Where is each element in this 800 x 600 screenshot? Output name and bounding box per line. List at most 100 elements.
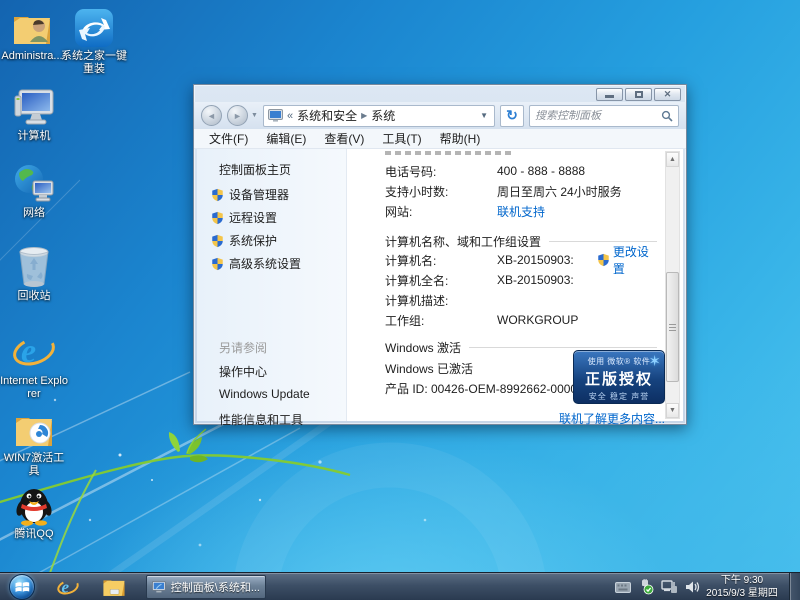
window-titlebar[interactable]: ✕: [194, 85, 686, 102]
navigation-bar: ◄ ► ▼ « 系统和安全 ▶ 系统 ▼ ↻: [194, 102, 686, 129]
breadcrumb-system-security[interactable]: 系统和安全: [297, 107, 357, 124]
sidebar-item-label: 高级系统设置: [229, 255, 301, 272]
uac-shield-icon: [211, 257, 224, 271]
sidebar-item-advanced-settings[interactable]: 高级系统设置: [211, 255, 301, 272]
forward-button[interactable]: ►: [227, 105, 248, 126]
menu-help[interactable]: 帮助(H): [431, 128, 490, 149]
show-desktop-button[interactable]: [789, 573, 800, 600]
address-dropdown-icon[interactable]: ▼: [478, 111, 490, 120]
desktop-icon-label: 回收站: [0, 290, 68, 303]
user-folder-icon: [0, 6, 66, 48]
desktop-icon-label: 网络: [0, 207, 68, 220]
menu-tools[interactable]: 工具(T): [373, 128, 430, 149]
back-icon: ◄: [207, 111, 216, 121]
desktop-icon-label: 系统之家一键重装: [60, 50, 128, 76]
clock-date: 2015/9/3 星期四: [700, 587, 784, 600]
learn-more-online-link[interactable]: 联机了解更多内容...: [559, 410, 665, 427]
row-label: 计算机全名:: [385, 272, 497, 289]
computer-row-description: 计算机描述:: [385, 290, 657, 310]
clock-time: 下午 9:30: [700, 574, 784, 587]
search-box[interactable]: [529, 105, 679, 127]
row-label: 支持小时数:: [385, 183, 497, 200]
scroll-down-button[interactable]: ▼: [666, 403, 679, 418]
desktop-icon-syshome-reinstall[interactable]: 系统之家一键重装: [60, 6, 128, 76]
desktop-icon-administrator[interactable]: Administra...: [0, 6, 66, 63]
desktop-icon-computer[interactable]: 计算机: [0, 86, 68, 143]
language-keyboard-icon[interactable]: [615, 582, 631, 593]
row-label: 网站:: [385, 203, 497, 220]
sidebar-item-home[interactable]: 控制面板主页: [219, 161, 291, 178]
row-label: 电话号码:: [385, 163, 497, 180]
control-panel-system-window: ✕ ◄ ► ▼ « 系统和安全 ▶ 系统 ▼ ↻: [193, 84, 687, 425]
row-value: 400 - 888 - 8888: [497, 164, 585, 178]
search-icon[interactable]: [661, 110, 673, 122]
scroll-up-button[interactable]: ▲: [666, 152, 679, 167]
window-body: 控制面板主页 设备管理器 远程设置: [197, 149, 683, 421]
start-button[interactable]: [9, 574, 35, 600]
sidebar-item-remote-settings[interactable]: 远程设置: [211, 209, 277, 226]
qq-penguin-icon: [0, 484, 68, 526]
sidebar-item-performance-tools[interactable]: 性能信息和工具: [219, 411, 303, 428]
network-status-icon[interactable]: [661, 580, 678, 594]
sidebar-item-windows-update[interactable]: Windows Update: [219, 387, 310, 401]
menu-view[interactable]: 查看(V): [315, 128, 373, 149]
volume-icon[interactable]: [685, 580, 700, 594]
windows-flag-icon: [15, 580, 30, 594]
row-value: 周日至周六 24小时服务: [497, 183, 622, 200]
taskbar-clock[interactable]: 下午 9:30 2015/9/3 星期四: [700, 574, 784, 600]
taskbar-app-button-control-panel[interactable]: 控制面板\系统和...: [146, 575, 266, 599]
desktop-icon-win7-activator[interactable]: WIN7激活工具: [0, 408, 68, 478]
minimize-icon: [605, 95, 614, 98]
taskbar-ie-icon[interactable]: e: [56, 576, 80, 598]
address-location-icon: [268, 109, 283, 122]
support-row-website: 网站: 联机支持: [385, 201, 657, 221]
history-dropdown-icon[interactable]: ▼: [251, 112, 258, 119]
badge-line2: 正版授权: [574, 368, 664, 389]
sidebar-item-system-protection[interactable]: 系统保护: [211, 232, 277, 249]
desktop-icon-internet-explorer[interactable]: e Internet Explorer: [0, 331, 68, 401]
scrollbar-thumb[interactable]: [666, 272, 679, 382]
genuine-software-badge[interactable]: ✶ 使用 微软® 软件 正版授权 安全 稳定 声誉: [573, 350, 665, 404]
address-bar[interactable]: « 系统和安全 ▶ 系统 ▼: [263, 105, 495, 127]
refresh-button[interactable]: ↻: [500, 105, 524, 127]
menu-file[interactable]: 文件(F): [200, 128, 257, 149]
safely-remove-hardware-icon[interactable]: [638, 579, 654, 595]
minimize-button[interactable]: [596, 88, 623, 101]
desktop-icon-label: 计算机: [0, 130, 68, 143]
taskbar-app-label: 控制面板\系统和...: [171, 579, 260, 595]
search-input[interactable]: [535, 110, 661, 122]
row-value: XB-20150903:: [497, 273, 574, 287]
row-label: 工作组:: [385, 312, 497, 329]
folder-tool-icon: [0, 408, 68, 450]
close-icon: ✕: [664, 90, 672, 99]
maximize-button[interactable]: [625, 88, 652, 101]
desktop-icon-label: WIN7激活工具: [0, 452, 68, 478]
desktop-icon-network[interactable]: 网络: [0, 163, 68, 220]
internet-explorer-icon: e: [0, 331, 68, 373]
desktop-icon-tencent-qq[interactable]: 腾讯QQ: [0, 484, 68, 541]
taskbar-explorer-icon[interactable]: [102, 576, 126, 598]
change-settings-link[interactable]: 更改设置: [613, 243, 657, 277]
control-panel-sidebar: 控制面板主页 设备管理器 远程设置: [197, 149, 347, 421]
vertical-scrollbar[interactable]: ▲ ▼: [665, 151, 680, 419]
desktop-icon-label: Administra...: [0, 50, 66, 63]
sidebar-item-label: 设备管理器: [229, 186, 289, 203]
crumb-separator-icon[interactable]: ▶: [361, 111, 367, 120]
breadcrumb-overflow-icon[interactable]: «: [287, 110, 293, 122]
computer-row-workgroup: 工作组: WORKGROUP: [385, 310, 657, 330]
back-button[interactable]: ◄: [201, 105, 222, 126]
sidebar-item-action-center[interactable]: 操作中心: [219, 363, 267, 380]
close-button[interactable]: ✕: [654, 88, 681, 101]
taskbar: e 控制面板\系统和...: [0, 572, 800, 600]
desktop-icon-recycle-bin[interactable]: 回收站: [0, 246, 68, 303]
sidebar-item-label: 远程设置: [229, 209, 277, 226]
row-label: 计算机描述:: [385, 292, 497, 309]
uac-shield-icon: [597, 253, 610, 267]
computer-icon: [0, 86, 68, 128]
system-content-pane: 电话号码: 400 - 888 - 8888 支持小时数: 周日至周六 24小时…: [347, 149, 683, 421]
network-globe-icon: [0, 163, 68, 205]
online-support-link[interactable]: 联机支持: [497, 203, 545, 220]
breadcrumb-system[interactable]: 系统: [371, 107, 395, 124]
sidebar-item-device-manager[interactable]: 设备管理器: [211, 186, 289, 203]
menu-edit[interactable]: 编辑(E): [257, 128, 315, 149]
